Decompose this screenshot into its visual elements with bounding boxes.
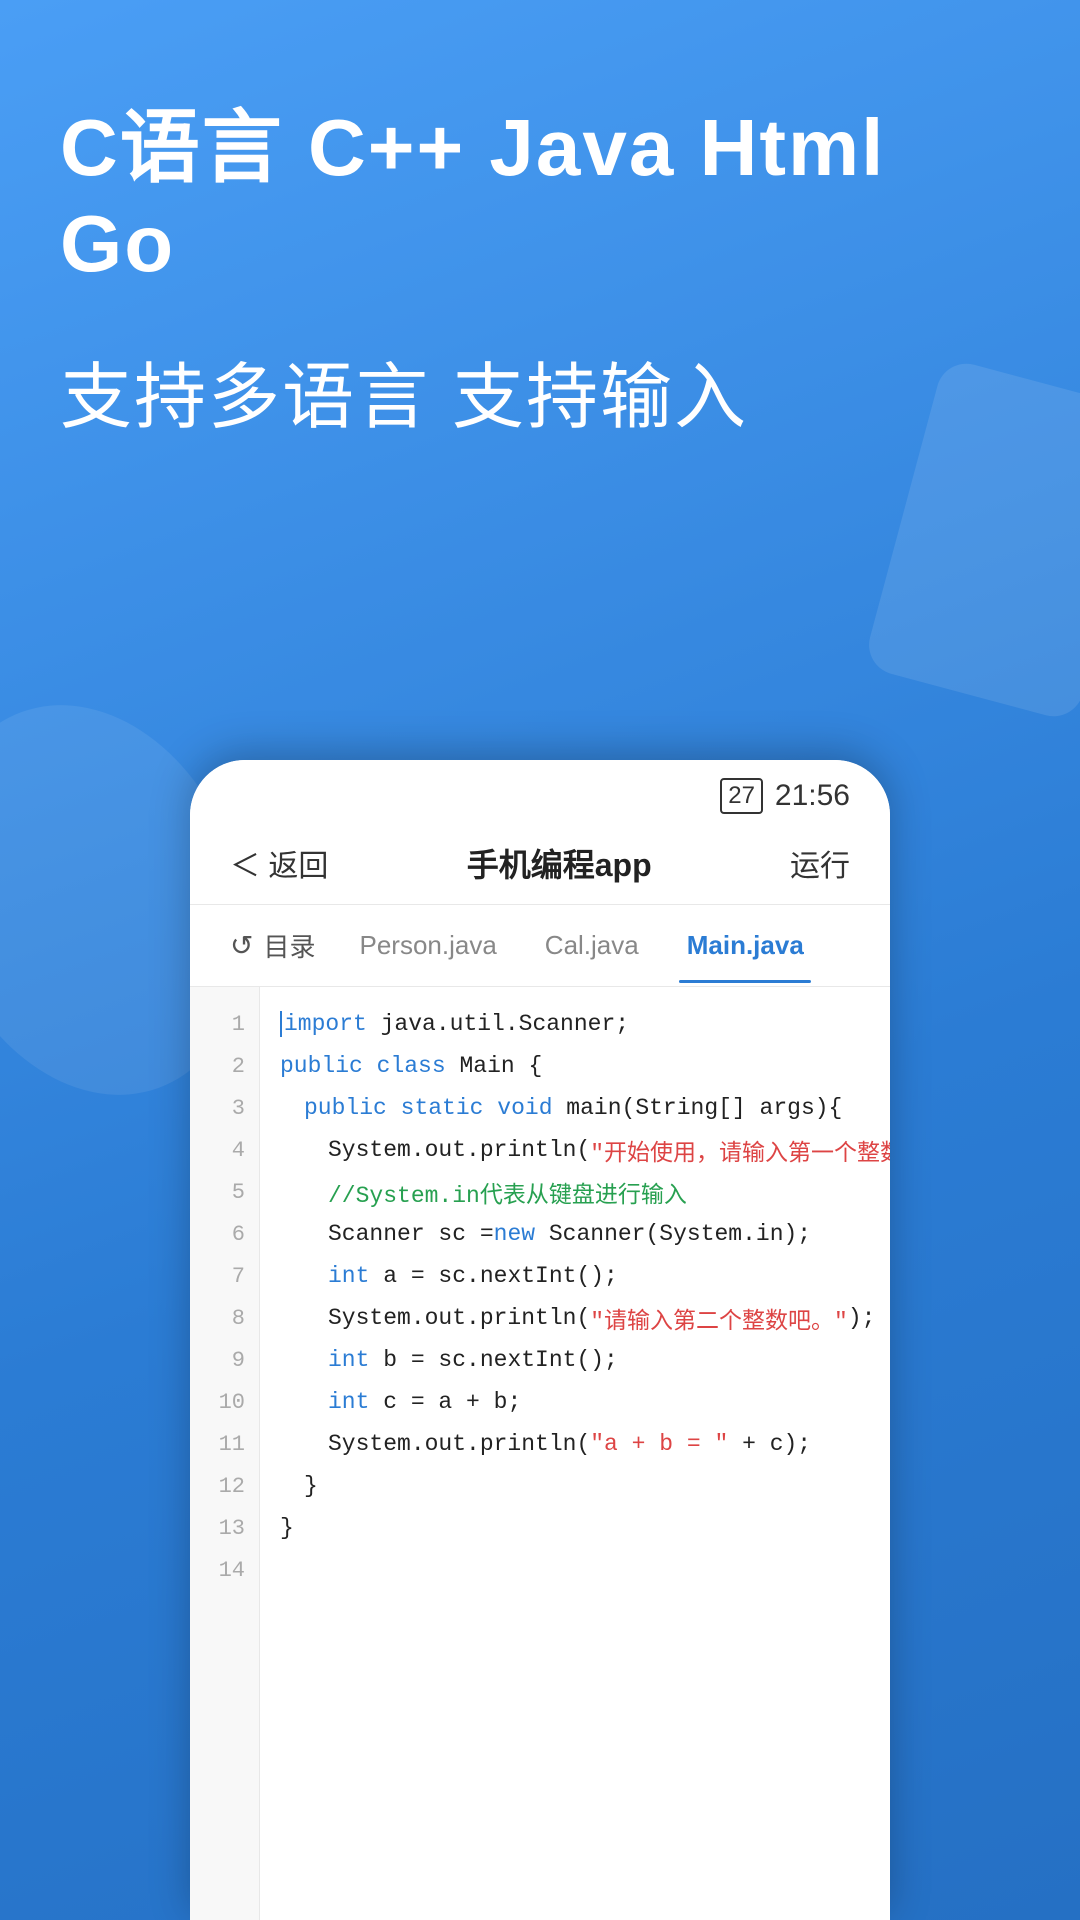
run-button[interactable]: 运行 xyxy=(790,841,850,885)
tab-folder-label: 目录 xyxy=(263,927,315,964)
code-line-10: int c = a + b; xyxy=(328,1381,870,1423)
code-line-7: int a = sc.nextInt(); xyxy=(328,1255,870,1297)
line-num-12: 12 xyxy=(190,1465,259,1507)
line-num-3: 3 xyxy=(190,1087,259,1129)
line-num-4: 4 xyxy=(190,1129,259,1171)
folder-icon: ↺ xyxy=(230,929,253,962)
line-numbers: 1 2 3 4 5 6 7 8 9 10 11 12 13 14 xyxy=(190,987,260,1920)
code-line-8: System.out.println( "请输入第二个整数吧。" ); xyxy=(328,1297,870,1339)
code-editor[interactable]: 1 2 3 4 5 6 7 8 9 10 11 12 13 14 import xyxy=(190,987,890,1920)
app-title: 手机编程app xyxy=(467,840,652,886)
line-num-7: 7 xyxy=(190,1255,259,1297)
code-line-2: public class Main { xyxy=(280,1045,870,1087)
code-content[interactable]: import java.util.Scanner; public class M… xyxy=(260,987,890,1920)
code-line-5: //System.in代表从键盘进行输入 xyxy=(328,1171,870,1213)
code-line-3: public static void main(String[] args){ xyxy=(304,1087,870,1129)
tab-person-java[interactable]: Person.java xyxy=(335,908,520,983)
line-num-2: 2 xyxy=(190,1045,259,1087)
battery-indicator: 27 xyxy=(720,778,763,814)
code-line-1: import java.util.Scanner; xyxy=(280,1003,870,1045)
phone-inner: 27 21:56 ＜ 返回 手机编程app 运行 ↺ 目录 Person.jav… xyxy=(190,760,890,1920)
line-num-11: 11 xyxy=(190,1423,259,1465)
status-bar: 27 21:56 xyxy=(190,760,890,822)
kw-import: import xyxy=(280,1011,367,1037)
back-button[interactable]: ＜ 返回 xyxy=(230,841,328,885)
code-line-4: System.out.println( "开始使用，请输入第一个整数吧。" ); xyxy=(328,1129,870,1171)
code-line-13: } xyxy=(280,1507,870,1549)
hero-title: C语言 C++ Java Html Go xyxy=(60,100,1020,292)
code-line-14 xyxy=(280,1549,870,1591)
line-num-8: 8 xyxy=(190,1297,259,1339)
line-num-9: 9 xyxy=(190,1339,259,1381)
line-num-6: 6 xyxy=(190,1213,259,1255)
tab-main-java[interactable]: Main.java xyxy=(663,908,828,983)
hero-subtitle: 支持多语言 支持输入 xyxy=(60,352,1020,446)
code-line-9: int b = sc.nextInt(); xyxy=(328,1339,870,1381)
tab-folder[interactable]: ↺ 目录 xyxy=(210,905,335,986)
status-time: 21:56 xyxy=(775,779,850,813)
line-num-14: 14 xyxy=(190,1549,259,1591)
phone-mockup: 27 21:56 ＜ 返回 手机编程app 运行 ↺ 目录 Person.jav… xyxy=(190,760,890,1920)
line-num-13: 13 xyxy=(190,1507,259,1549)
line-num-1: 1 xyxy=(190,1003,259,1045)
tab-bar: ↺ 目录 Person.java Cal.java Main.java xyxy=(190,905,890,987)
tab-cal-java[interactable]: Cal.java xyxy=(521,908,663,983)
line-num-5: 5 xyxy=(190,1171,259,1213)
app-header: ＜ 返回 手机编程app 运行 xyxy=(190,822,890,905)
hero-text-area: C语言 C++ Java Html Go 支持多语言 支持输入 xyxy=(60,100,1020,446)
code-line-6: Scanner sc = new Scanner(System.in); xyxy=(328,1213,870,1255)
code-line-12: } xyxy=(304,1465,870,1507)
line-num-10: 10 xyxy=(190,1381,259,1423)
code-line-11: System.out.println( "a + b = " + c); xyxy=(328,1423,870,1465)
